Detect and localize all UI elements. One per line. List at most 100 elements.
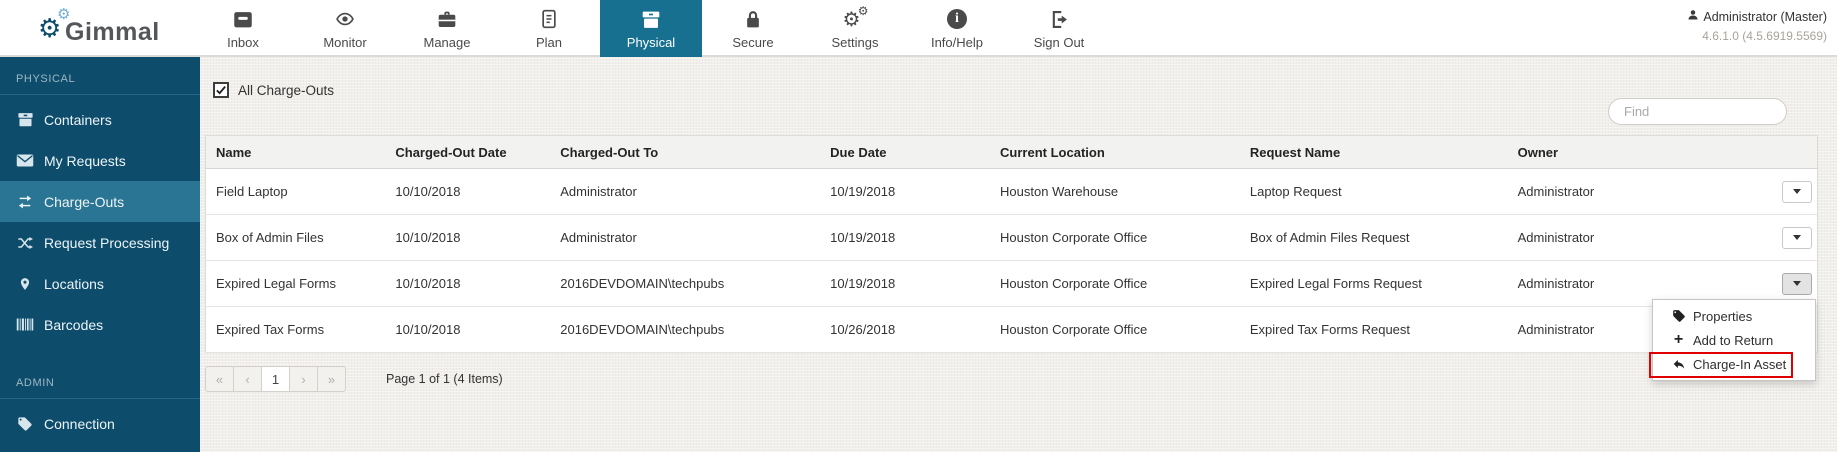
gears-icon: ⚙⚙ — [842, 8, 869, 31]
plus-icon: + — [1671, 332, 1686, 348]
table-cell: 10/10/2018 — [385, 169, 550, 215]
table-cell: Administrator — [550, 215, 820, 261]
nav-tab-settings[interactable]: ⚙⚙ Settings — [804, 0, 906, 57]
inbox-icon — [232, 8, 254, 31]
tag-icon — [16, 415, 34, 433]
sidebar-item-locations[interactable]: Locations — [0, 263, 200, 304]
app-version: 4.6.1.0 (4.5.6919.5569) — [1687, 29, 1827, 43]
nav-tab-label: Physical — [627, 35, 675, 50]
table-cell: 10/26/2018 — [820, 307, 990, 353]
table-cell: 2016DEVDOMAIN\techpubs — [550, 307, 820, 353]
table-cell: Houston Corporate Office — [990, 215, 1240, 261]
table-cell: Expired Legal Forms — [206, 261, 386, 307]
sidebar-item-label: My Requests — [44, 153, 126, 169]
table-cell: Administrator — [1508, 215, 1780, 261]
sidebar-item-label: Charge-Outs — [44, 194, 124, 210]
main-content: All Charge-Outs Name Charged-Out Date Ch… — [200, 57, 1837, 452]
sidebar-item-connection[interactable]: Connection — [0, 403, 200, 444]
next-page-button[interactable]: › — [289, 366, 318, 392]
row-actions-menu: Properties + Add to Return Charge-In Ass… — [1652, 299, 1816, 381]
current-page-button[interactable]: 1 — [261, 366, 290, 392]
column-header[interactable]: Charged-Out To — [550, 136, 820, 169]
lock-icon — [743, 8, 763, 31]
menu-item-properties[interactable]: Properties — [1653, 304, 1815, 328]
last-page-button[interactable]: » — [317, 366, 346, 392]
return-arrow-icon — [1671, 357, 1686, 371]
column-header[interactable]: Current Location — [990, 136, 1240, 169]
menu-item-charge-in-asset[interactable]: Charge-In Asset — [1653, 352, 1815, 376]
column-header[interactable]: Request Name — [1240, 136, 1508, 169]
nav-tab-secure[interactable]: Secure — [702, 0, 804, 57]
caret-down-icon — [1793, 189, 1801, 194]
table-cell: Administrator — [1508, 169, 1780, 215]
info-icon: i — [947, 8, 967, 31]
pagination: « ‹ 1 › » Page 1 of 1 (4 Items) — [205, 366, 503, 392]
sign-out-icon — [1048, 8, 1071, 31]
nav-tab-label: Sign Out — [1034, 35, 1085, 50]
sidebar-item-label: Containers — [44, 112, 112, 128]
nav-tab-inbox[interactable]: Inbox — [192, 0, 294, 57]
table-row: Expired Tax Forms 10/10/2018 2016DEVDOMA… — [206, 307, 1818, 353]
current-user[interactable]: Administrator (Master) — [1687, 9, 1827, 24]
gimmal-logo[interactable]: ⚙⚙ Gimmal — [38, 7, 160, 47]
table-cell: Box of Admin Files — [206, 215, 386, 261]
table-cell: Expired Tax Forms — [206, 307, 386, 353]
table-cell: Houston Warehouse — [990, 169, 1240, 215]
nav-tab-label: Monitor — [323, 35, 366, 50]
person-icon — [1687, 9, 1699, 24]
nav-tab-label: Inbox — [227, 35, 259, 50]
sidebar-item-label: Connection — [44, 416, 115, 432]
find-input[interactable] — [1608, 98, 1787, 125]
caret-down-icon — [1793, 281, 1801, 286]
nav-tab-label: Info/Help — [931, 35, 983, 50]
sidebar-item-charge-outs[interactable]: Charge-Outs — [0, 181, 200, 222]
pagination-summary: Page 1 of 1 (4 Items) — [386, 372, 503, 386]
column-header-actions — [1779, 136, 1817, 169]
nav-tab-label: Secure — [732, 35, 773, 50]
envelope-icon — [16, 152, 34, 170]
sidebar-section-admin: ADMIN — [0, 361, 200, 398]
menu-item-label: Add to Return — [1693, 333, 1773, 348]
shuffle-icon — [16, 234, 34, 252]
column-header[interactable]: Name — [206, 136, 386, 169]
menu-item-label: Charge-In Asset — [1693, 357, 1786, 372]
all-chargeouts-toggle[interactable]: All Charge-Outs — [213, 82, 334, 98]
nav-tab-info-help[interactable]: i Info/Help — [906, 0, 1008, 57]
sidebar-item-barcodes[interactable]: Barcodes — [0, 304, 200, 345]
nav-tab-physical[interactable]: Physical — [600, 0, 702, 57]
nav-tab-sign-out[interactable]: Sign Out — [1008, 0, 1110, 57]
all-chargeouts-label: All Charge-Outs — [238, 83, 334, 98]
nav-tab-monitor[interactable]: Monitor — [294, 0, 396, 57]
eye-icon — [333, 8, 357, 31]
main-nav: Inbox Monitor Manage Plan — [192, 0, 1110, 57]
table-cell: 10/19/2018 — [820, 261, 990, 307]
column-header[interactable]: Charged-Out Date — [385, 136, 550, 169]
container-box-icon — [16, 111, 34, 129]
map-pin-icon — [16, 275, 34, 293]
first-page-button[interactable]: « — [205, 366, 234, 392]
sidebar-item-containers[interactable]: Containers — [0, 99, 200, 140]
sidebar-item-label: Locations — [44, 276, 104, 292]
sidebar-item-my-requests[interactable]: My Requests — [0, 140, 200, 181]
table-header-row: Name Charged-Out Date Charged-Out To Due… — [206, 136, 1818, 169]
column-header[interactable]: Due Date — [820, 136, 990, 169]
sidebar-item-label: Barcodes — [44, 317, 103, 333]
row-actions-dropdown-button-open[interactable] — [1782, 273, 1812, 295]
prev-page-button[interactable]: ‹ — [233, 366, 262, 392]
user-name: Administrator (Master) — [1703, 10, 1827, 24]
menu-item-add-to-return[interactable]: + Add to Return — [1653, 328, 1815, 352]
sidebar-list: Containers My Requests Charge-Outs Reque… — [0, 95, 200, 345]
column-header[interactable]: Owner — [1508, 136, 1780, 169]
row-actions-dropdown-button[interactable] — [1782, 181, 1812, 203]
sidebar-item-request-processing[interactable]: Request Processing — [0, 222, 200, 263]
logo-text: Gimmal — [65, 18, 160, 47]
tag-icon — [1671, 309, 1686, 323]
row-actions-dropdown-button[interactable] — [1782, 227, 1812, 249]
nav-tab-manage[interactable]: Manage — [396, 0, 498, 57]
table-cell: Houston Corporate Office — [990, 261, 1240, 307]
table-cell: Houston Corporate Office — [990, 307, 1240, 353]
nav-tab-plan[interactable]: Plan — [498, 0, 600, 57]
all-chargeouts-checkbox[interactable] — [213, 82, 229, 98]
sidebar: PHYSICAL Containers My Requests Charge-O… — [0, 57, 200, 452]
sidebar-item-label: Request Processing — [44, 235, 169, 251]
